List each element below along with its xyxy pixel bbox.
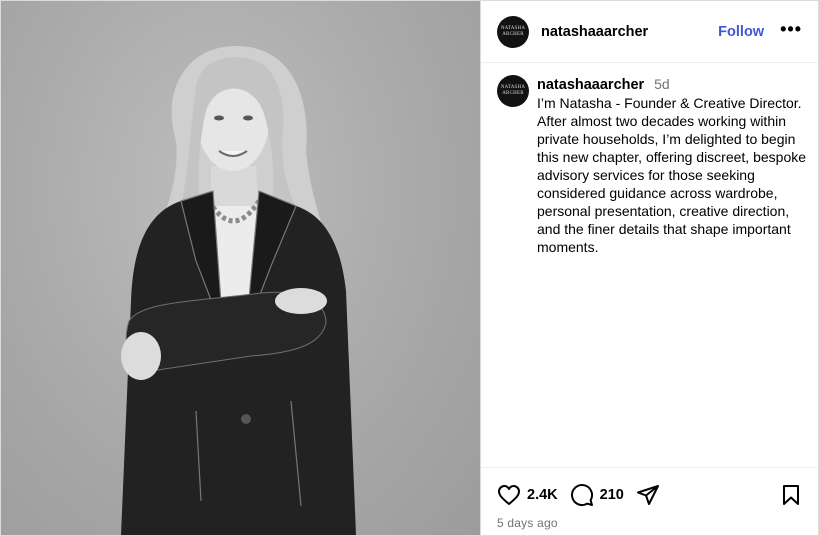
- more-options-button[interactable]: •••: [780, 20, 802, 40]
- avatar-text-line2: ARCHER: [502, 31, 524, 37]
- post-modal: NATASHA ARCHER natashaaarcher Follow •••…: [0, 0, 819, 536]
- caption-avatar-text-line2: ARCHER: [502, 91, 524, 96]
- caption-time[interactable]: 5d: [654, 76, 670, 92]
- caption-text: I’m Natasha - Founder & Creative Directo…: [537, 95, 807, 255]
- share-icon: [636, 485, 659, 505]
- posted-ago[interactable]: 5 days ago: [497, 516, 802, 530]
- header-username[interactable]: natashaaarcher: [541, 24, 648, 40]
- comment-count[interactable]: 210: [600, 487, 624, 503]
- comment-button[interactable]: 210: [570, 483, 624, 507]
- caption-avatar[interactable]: NATASHA ARCHER: [497, 75, 529, 107]
- portrait-image: [121, 46, 356, 535]
- actions-section: 2.4K 210 5 days ago: [481, 467, 818, 535]
- like-button[interactable]: 2.4K: [497, 483, 558, 507]
- post-sidebar: NATASHA ARCHER natashaaarcher Follow •••…: [481, 1, 818, 535]
- like-count[interactable]: 2.4K: [527, 487, 558, 503]
- post-photo[interactable]: [1, 1, 481, 535]
- avatar[interactable]: NATASHA ARCHER: [497, 15, 529, 48]
- follow-button[interactable]: Follow: [718, 24, 764, 40]
- save-button[interactable]: [780, 483, 802, 507]
- caption-body: natashaaarcher 5d I’m Natasha - Founder …: [537, 75, 807, 455]
- caption-username[interactable]: natashaaarcher: [537, 77, 644, 93]
- caption-section: NATASHA ARCHER natashaaarcher 5d I’m Nat…: [481, 63, 818, 467]
- action-row: 2.4K 210: [497, 482, 802, 508]
- heart-icon: [498, 485, 520, 505]
- bookmark-icon: [783, 485, 799, 505]
- share-button[interactable]: [636, 483, 660, 507]
- comment-icon: [570, 484, 593, 507]
- post-header: NATASHA ARCHER natashaaarcher Follow •••: [481, 1, 818, 63]
